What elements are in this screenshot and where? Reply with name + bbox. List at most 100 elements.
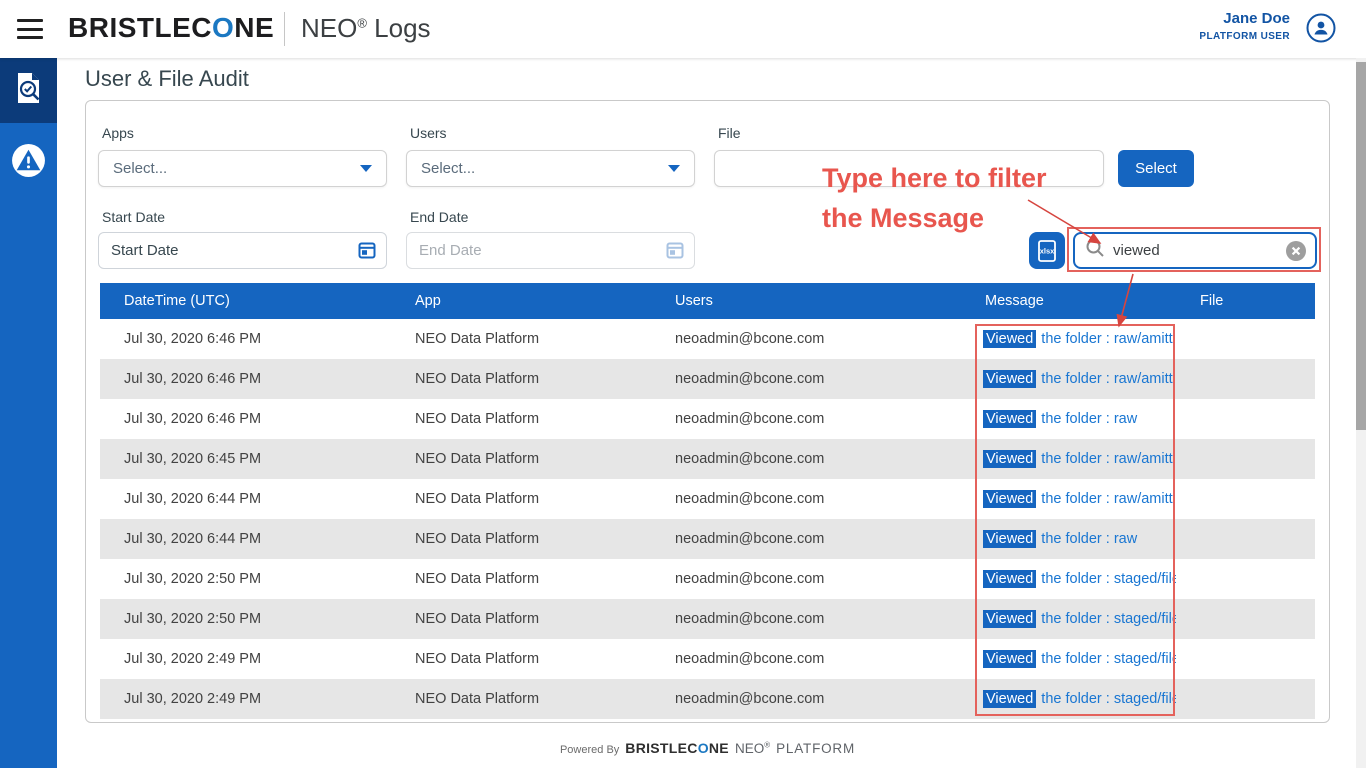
cell-datetime: Jul 30, 2020 6:44 PM bbox=[124, 531, 262, 547]
app-title: NEO® Logs bbox=[301, 13, 431, 43]
menu-icon[interactable] bbox=[17, 19, 43, 39]
cell-datetime: Jul 30, 2020 6:46 PM bbox=[124, 331, 262, 347]
cell-user: neoadmin@bcone.com bbox=[675, 691, 825, 707]
cell-user: neoadmin@bcone.com bbox=[675, 491, 825, 507]
page-title: User & File Audit bbox=[85, 66, 249, 91]
cell-message: Viewed the folder : raw bbox=[961, 519, 1176, 559]
logo-o-icon: O bbox=[212, 12, 235, 43]
user-info: Jane Doe PLATFORM USER bbox=[1199, 10, 1290, 42]
table-header: DateTime (UTC) App Users Message File bbox=[100, 283, 1315, 319]
cell-message: Viewed the folder : staged/file bbox=[961, 599, 1176, 639]
cell-datetime: Jul 30, 2020 6:44 PM bbox=[124, 491, 262, 507]
header-divider bbox=[284, 12, 285, 46]
cell-file bbox=[1176, 599, 1315, 639]
powered-by-label: Powered By bbox=[559, 744, 620, 756]
export-xlsx-button[interactable]: xlsx bbox=[1029, 232, 1065, 269]
cell-app: NEO Data Platform bbox=[415, 531, 540, 547]
cell-app: NEO Data Platform bbox=[415, 651, 540, 667]
vertical-scrollbar[interactable] bbox=[1356, 58, 1366, 768]
end-date-label: End Date bbox=[410, 209, 469, 225]
sidebar-item-alerts[interactable] bbox=[0, 133, 57, 193]
alert-icon bbox=[10, 142, 47, 184]
end-date-field bbox=[406, 232, 695, 269]
svg-text:xlsx: xlsx bbox=[1040, 246, 1055, 255]
table-body: Jul 30, 2020 6:46 PM NEO Data Platform n… bbox=[100, 319, 1315, 719]
cell-datetime: Jul 30, 2020 2:49 PM bbox=[124, 691, 262, 707]
calendar-icon[interactable] bbox=[358, 241, 376, 264]
cell-file bbox=[1176, 359, 1315, 399]
clear-search-icon[interactable] bbox=[1285, 240, 1307, 262]
cell-datetime: Jul 30, 2020 2:50 PM bbox=[124, 611, 262, 627]
cell-user: neoadmin@bcone.com bbox=[675, 651, 825, 667]
sidebar-item-file-audit[interactable] bbox=[0, 58, 57, 123]
cell-file bbox=[1176, 639, 1315, 679]
footer-bristlecone-logo: BRISTLECONE bbox=[625, 740, 729, 756]
table-row: Jul 30, 2020 6:46 PM NEO Data Platform n… bbox=[100, 399, 1315, 439]
highlighted-term: Viewed bbox=[983, 370, 1037, 388]
cell-file bbox=[1176, 479, 1315, 519]
cell-user: neoadmin@bcone.com bbox=[675, 371, 825, 387]
message-search-input[interactable] bbox=[1113, 242, 1285, 259]
top-header: BRISTLECONE NEO® Logs Jane Doe PLATFORM … bbox=[0, 0, 1366, 58]
cell-message: Viewed the folder : raw/amitt bbox=[961, 479, 1176, 519]
users-select[interactable]: Select... bbox=[406, 150, 695, 187]
apps-select[interactable]: Select... bbox=[98, 150, 387, 187]
scrollbar-thumb[interactable] bbox=[1356, 62, 1366, 430]
highlighted-term: Viewed bbox=[983, 330, 1037, 348]
file-search-icon bbox=[14, 71, 44, 110]
cell-user: neoadmin@bcone.com bbox=[675, 571, 825, 587]
cell-file bbox=[1176, 439, 1315, 479]
chevron-down-icon bbox=[668, 165, 680, 172]
cell-file bbox=[1176, 519, 1315, 559]
app-window: BRISTLECONE NEO® Logs Jane Doe PLATFORM … bbox=[0, 0, 1366, 768]
highlighted-term: Viewed bbox=[983, 610, 1037, 628]
cell-message: Viewed the folder : raw bbox=[961, 399, 1176, 439]
start-date-input[interactable] bbox=[98, 232, 387, 269]
cell-message: Viewed the folder : staged/file bbox=[961, 679, 1176, 719]
cell-user: neoadmin@bcone.com bbox=[675, 611, 825, 627]
file-label: File bbox=[718, 125, 741, 141]
cell-app: NEO Data Platform bbox=[415, 691, 540, 707]
start-date-field bbox=[98, 232, 387, 269]
cell-app: NEO Data Platform bbox=[415, 371, 540, 387]
highlighted-term: Viewed bbox=[983, 450, 1037, 468]
col-users: Users bbox=[675, 293, 713, 309]
user-role: PLATFORM USER bbox=[1199, 31, 1290, 42]
audit-card: Apps Users File Select... Select... Sele… bbox=[85, 100, 1330, 723]
end-date-input[interactable] bbox=[406, 232, 695, 269]
cell-datetime: Jul 30, 2020 6:46 PM bbox=[124, 411, 262, 427]
table-row: Jul 30, 2020 6:44 PM NEO Data Platform n… bbox=[100, 519, 1315, 559]
table-row: Jul 30, 2020 2:50 PM NEO Data Platform n… bbox=[100, 599, 1315, 639]
cell-file bbox=[1176, 319, 1315, 359]
cell-user: neoadmin@bcone.com bbox=[675, 331, 825, 347]
cell-message: Viewed the folder : raw/amitt bbox=[961, 319, 1176, 359]
cell-file bbox=[1176, 679, 1315, 719]
cell-datetime: Jul 30, 2020 2:49 PM bbox=[124, 651, 262, 667]
footer-platform-label: PLATFORM bbox=[776, 741, 856, 756]
col-file: File bbox=[1200, 293, 1224, 309]
table-row: Jul 30, 2020 2:49 PM NEO Data Platform n… bbox=[100, 639, 1315, 679]
select-button[interactable]: Select bbox=[1118, 150, 1194, 187]
col-datetime: DateTime (UTC) bbox=[124, 293, 230, 309]
bristlecone-logo: BRISTLECONE bbox=[68, 12, 275, 43]
table-row: Jul 30, 2020 6:46 PM NEO Data Platform n… bbox=[100, 319, 1315, 359]
cell-app: NEO Data Platform bbox=[415, 491, 540, 507]
cell-datetime: Jul 30, 2020 2:50 PM bbox=[124, 571, 262, 587]
table-row: Jul 30, 2020 6:46 PM NEO Data Platform n… bbox=[100, 359, 1315, 399]
highlighted-term: Viewed bbox=[983, 650, 1037, 668]
cell-message: Viewed the folder : staged/file bbox=[961, 639, 1176, 679]
audit-table: DateTime (UTC) App Users Message File Ju… bbox=[100, 283, 1315, 719]
user-name: Jane Doe bbox=[1223, 10, 1290, 27]
highlighted-term: Viewed bbox=[983, 530, 1037, 548]
cell-message: Viewed the folder : raw/amitt bbox=[961, 359, 1176, 399]
start-date-label: Start Date bbox=[102, 209, 166, 225]
logo-o-icon: O bbox=[697, 740, 709, 756]
cell-datetime: Jul 30, 2020 6:45 PM bbox=[124, 451, 262, 467]
file-input[interactable] bbox=[714, 150, 1104, 187]
footer-neo-label: NEO® bbox=[734, 740, 771, 757]
cell-app: NEO Data Platform bbox=[415, 451, 540, 467]
cell-datetime: Jul 30, 2020 6:46 PM bbox=[124, 371, 262, 387]
highlighted-term: Viewed bbox=[983, 490, 1037, 508]
cell-app: NEO Data Platform bbox=[415, 611, 540, 627]
user-avatar-icon[interactable] bbox=[1306, 13, 1336, 43]
